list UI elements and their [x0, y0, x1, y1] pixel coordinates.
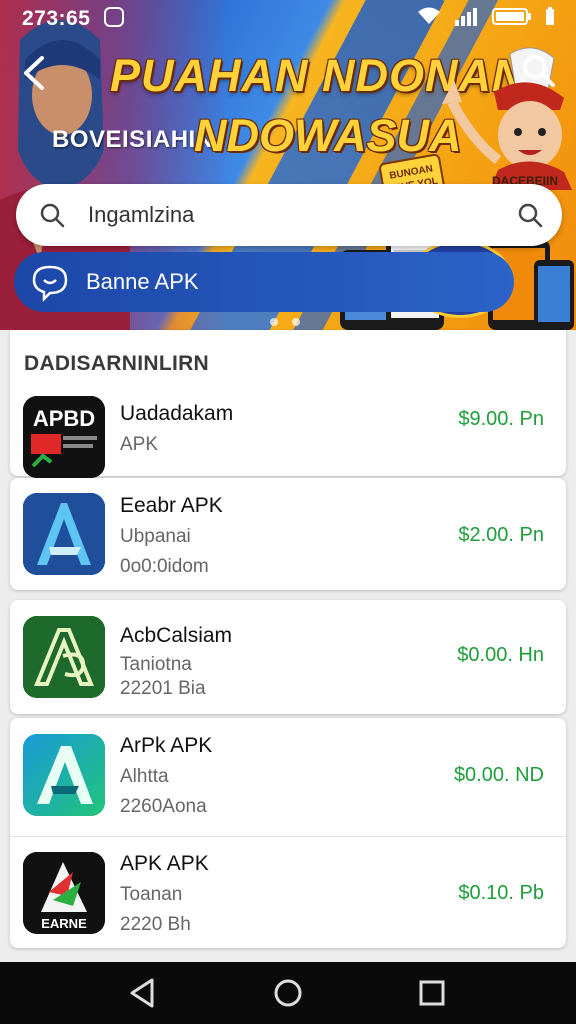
notification-icon — [104, 7, 124, 27]
banner-subtitle-big: NDOWASUA — [194, 110, 462, 161]
app-icon — [23, 734, 105, 816]
apk-button[interactable]: Banne APK — [14, 252, 514, 312]
list-item[interactable]: APBD Uadadakam APK $9.00. Pn — [10, 386, 566, 478]
app-subtitle: APK — [120, 434, 159, 455]
chat-bubble-icon — [32, 265, 68, 302]
app-price[interactable]: $0.00. Hn — [457, 644, 544, 667]
app-name: APK APK — [120, 852, 209, 875]
search-bar[interactable] — [16, 184, 562, 246]
app-subtitle: Alhtta — [120, 766, 169, 787]
search-input[interactable] — [88, 184, 468, 246]
app-card: AcbCalsiam Taniotna 22201 Bia $0.00. Hn — [10, 600, 566, 714]
app-subtitle: Toanan — [120, 884, 183, 905]
app-meta: 2260Aona — [120, 796, 207, 817]
app-meta: 2220 Bh — [120, 914, 191, 935]
app-card: ArPk APK Alhtta 2260Aona $0.00. ND EARNE… — [10, 718, 566, 948]
app-meta: 22201 Bia — [120, 678, 206, 699]
section-card: DADISARNINLIRN APBD Uadadakam APK $9.00.… — [10, 330, 566, 478]
status-time: 273:65 — [22, 7, 91, 30]
app-icon: EARNE — [23, 852, 105, 934]
list-item[interactable]: ArPk APK Alhtta 2260Aona $0.00. ND — [10, 718, 566, 836]
app-subtitle: Taniotna — [120, 654, 192, 675]
app-name: AcbCalsiam — [120, 624, 233, 647]
carousel-dot[interactable] — [270, 318, 278, 326]
app-price[interactable]: $9.00. Pn — [458, 408, 544, 431]
app-price[interactable]: $2.00. Pn — [458, 524, 544, 547]
signal-icon — [455, 8, 477, 26]
carousel-dots — [270, 318, 300, 326]
app-price[interactable]: $0.00. ND — [454, 764, 544, 787]
banner-subtitle-small: BOVEISIAHIN — [52, 126, 214, 153]
list-item[interactable]: EARNE APK APK Toanan 2220 Bh $0.10. Pb — [10, 836, 566, 948]
battery-saver-icon — [546, 7, 554, 25]
app-list: DADISARNINLIRN APBD Uadadakam APK $9.00.… — [10, 330, 566, 954]
list-item[interactable]: AcbCalsiam Taniotna 22201 Bia $0.00. Hn — [10, 600, 566, 714]
app-icon-label: APBD — [33, 406, 95, 431]
search-icon — [40, 203, 65, 228]
app-name: Uadadakam — [120, 402, 234, 425]
carousel-dot[interactable] — [292, 318, 300, 326]
app-icon — [23, 493, 105, 575]
nav-recents-icon[interactable] — [415, 976, 449, 1010]
back-arrow-icon[interactable] — [18, 54, 52, 92]
app-name: ArPk APK — [120, 734, 213, 757]
section-title: DADISARNINLIRN — [24, 352, 210, 375]
search-icon[interactable] — [516, 201, 544, 229]
apk-button-label: Banne APK — [86, 269, 199, 294]
nav-back-icon[interactable] — [126, 976, 160, 1010]
list-item[interactable]: Eeabr APK Ubpanai 0o0:0idom $2.00. Pn — [10, 478, 566, 590]
hero-banner: 273:65 PUAHAN NDONAN BOVEISIAHIN NDOWASU… — [0, 0, 576, 330]
app-icon-label: EARNE — [41, 916, 87, 931]
app-subtitle: Ubpanai — [120, 526, 191, 547]
wifi-icon — [418, 7, 440, 24]
app-card: Eeabr APK Ubpanai 0o0:0idom $2.00. Pn — [10, 478, 566, 590]
app-name: Eeabr APK — [120, 494, 223, 517]
status-bar: 273:65 — [0, 0, 576, 34]
nav-home-icon[interactable] — [271, 976, 305, 1010]
app-icon: APBD — [23, 396, 105, 478]
app-price[interactable]: $0.10. Pb — [458, 882, 544, 905]
search-icon[interactable] — [518, 50, 558, 90]
battery-icon — [492, 8, 531, 25]
app-meta: 0o0:0idom — [120, 556, 209, 577]
navigation-bar — [0, 962, 576, 1024]
app-icon — [23, 616, 105, 698]
